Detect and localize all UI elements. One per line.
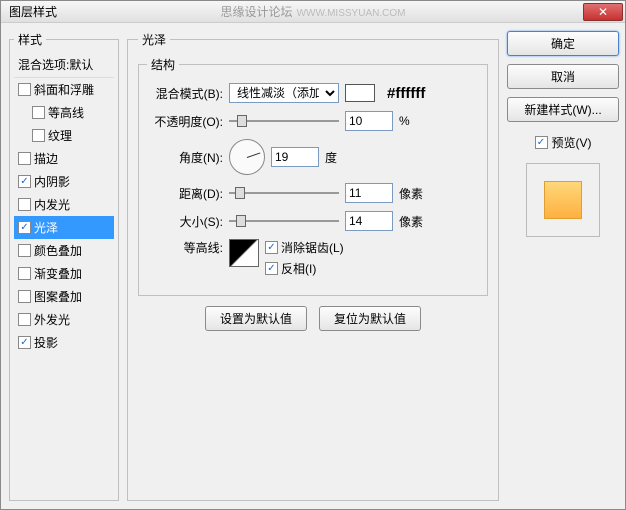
ok-button[interactable]: 确定 bbox=[507, 31, 619, 56]
style-item[interactable]: 斜面和浮雕 bbox=[14, 78, 114, 101]
titlebar: 图层样式 思缘设计论坛WWW.MISSYUAN.COM ✕ bbox=[1, 1, 625, 23]
reset-default-button[interactable]: 复位为默认值 bbox=[319, 306, 421, 331]
watermark: 思缘设计论坛WWW.MISSYUAN.COM bbox=[221, 3, 406, 20]
style-label: 渐变叠加 bbox=[34, 265, 82, 282]
layer-style-dialog: 图层样式 思缘设计论坛WWW.MISSYUAN.COM ✕ 样式 混合选项:默认… bbox=[0, 0, 626, 510]
preview-checkbox[interactable] bbox=[535, 136, 548, 149]
style-checkbox[interactable] bbox=[18, 152, 31, 165]
style-checkbox[interactable] bbox=[32, 106, 45, 119]
style-item[interactable]: 内发光 bbox=[14, 193, 114, 216]
preview-box bbox=[526, 163, 600, 237]
blend-options-header[interactable]: 混合选项:默认 bbox=[14, 52, 114, 78]
style-checkbox[interactable] bbox=[18, 267, 31, 280]
style-label: 图案叠加 bbox=[34, 288, 82, 305]
style-item[interactable]: 内阴影 bbox=[14, 170, 114, 193]
close-icon: ✕ bbox=[598, 5, 608, 19]
style-checkbox[interactable] bbox=[18, 83, 31, 96]
antialias-checkbox[interactable] bbox=[265, 241, 278, 254]
distance-slider[interactable] bbox=[229, 186, 339, 200]
style-item[interactable]: 渐变叠加 bbox=[14, 262, 114, 285]
distance-unit: 像素 bbox=[399, 185, 423, 202]
antialias-label: 消除锯齿(L) bbox=[281, 239, 344, 256]
style-item[interactable]: 投影 bbox=[14, 331, 114, 354]
size-input[interactable] bbox=[345, 211, 393, 231]
blend-mode-select[interactable]: 线性减淡（添加） bbox=[229, 83, 339, 103]
make-default-button[interactable]: 设置为默认值 bbox=[205, 306, 307, 331]
style-checkbox[interactable] bbox=[18, 313, 31, 326]
angle-unit: 度 bbox=[325, 149, 337, 166]
style-label: 颜色叠加 bbox=[34, 242, 82, 259]
style-label: 投影 bbox=[34, 334, 58, 351]
styles-panel: 样式 混合选项:默认 斜面和浮雕等高线纹理描边内阴影内发光光泽颜色叠加渐变叠加图… bbox=[9, 31, 119, 501]
styles-legend: 样式 bbox=[14, 31, 46, 48]
style-checkbox[interactable] bbox=[32, 129, 45, 142]
style-item[interactable]: 颜色叠加 bbox=[14, 239, 114, 262]
style-item[interactable]: 等高线 bbox=[14, 101, 114, 124]
style-checkbox[interactable] bbox=[18, 290, 31, 303]
style-checkbox[interactable] bbox=[18, 244, 31, 257]
close-button[interactable]: ✕ bbox=[583, 3, 623, 21]
color-hex: #ffffff bbox=[387, 85, 425, 102]
window-title: 图层样式 bbox=[9, 3, 57, 20]
contour-label: 等高线: bbox=[147, 239, 223, 256]
style-label: 描边 bbox=[34, 150, 58, 167]
color-swatch[interactable] bbox=[345, 84, 375, 102]
style-label: 内阴影 bbox=[34, 173, 70, 190]
style-item[interactable]: 描边 bbox=[14, 147, 114, 170]
action-panel: 确定 取消 新建样式(W)... 预览(V) bbox=[507, 31, 619, 501]
style-label: 等高线 bbox=[48, 104, 84, 121]
style-label: 斜面和浮雕 bbox=[34, 81, 94, 98]
style-item[interactable]: 外发光 bbox=[14, 308, 114, 331]
style-label: 内发光 bbox=[34, 196, 70, 213]
struct-legend: 结构 bbox=[147, 56, 179, 73]
preview-swatch bbox=[544, 181, 582, 219]
style-label: 光泽 bbox=[34, 219, 58, 236]
style-checkbox[interactable] bbox=[18, 221, 31, 234]
style-label: 外发光 bbox=[34, 311, 70, 328]
invert-label: 反相(I) bbox=[281, 260, 316, 277]
contour-picker[interactable] bbox=[229, 239, 259, 267]
style-checkbox[interactable] bbox=[18, 198, 31, 211]
dialog-body: 样式 混合选项:默认 斜面和浮雕等高线纹理描边内阴影内发光光泽颜色叠加渐变叠加图… bbox=[1, 23, 625, 509]
opacity-label: 不透明度(O): bbox=[147, 113, 223, 130]
new-style-button[interactable]: 新建样式(W)... bbox=[507, 97, 619, 122]
satin-legend: 光泽 bbox=[138, 31, 170, 48]
opacity-input[interactable] bbox=[345, 111, 393, 131]
blend-mode-label: 混合模式(B): bbox=[147, 85, 223, 102]
angle-label: 角度(N): bbox=[147, 149, 223, 166]
style-item[interactable]: 纹理 bbox=[14, 124, 114, 147]
size-slider[interactable] bbox=[229, 214, 339, 228]
opacity-unit: % bbox=[399, 114, 410, 128]
angle-input[interactable] bbox=[271, 147, 319, 167]
style-label: 纹理 bbox=[48, 127, 72, 144]
cancel-button[interactable]: 取消 bbox=[507, 64, 619, 89]
preview-label: 预览(V) bbox=[552, 134, 592, 151]
size-unit: 像素 bbox=[399, 213, 423, 230]
style-checkbox[interactable] bbox=[18, 175, 31, 188]
invert-checkbox[interactable] bbox=[265, 262, 278, 275]
angle-dial[interactable] bbox=[229, 139, 265, 175]
style-item[interactable]: 光泽 bbox=[14, 216, 114, 239]
distance-input[interactable] bbox=[345, 183, 393, 203]
opacity-slider[interactable] bbox=[229, 114, 339, 128]
size-label: 大小(S): bbox=[147, 213, 223, 230]
style-checkbox[interactable] bbox=[18, 336, 31, 349]
style-item[interactable]: 图案叠加 bbox=[14, 285, 114, 308]
settings-panel: 光泽 结构 混合模式(B): 线性减淡（添加） #ffffff 不透明度(O):… bbox=[127, 31, 499, 501]
distance-label: 距离(D): bbox=[147, 185, 223, 202]
